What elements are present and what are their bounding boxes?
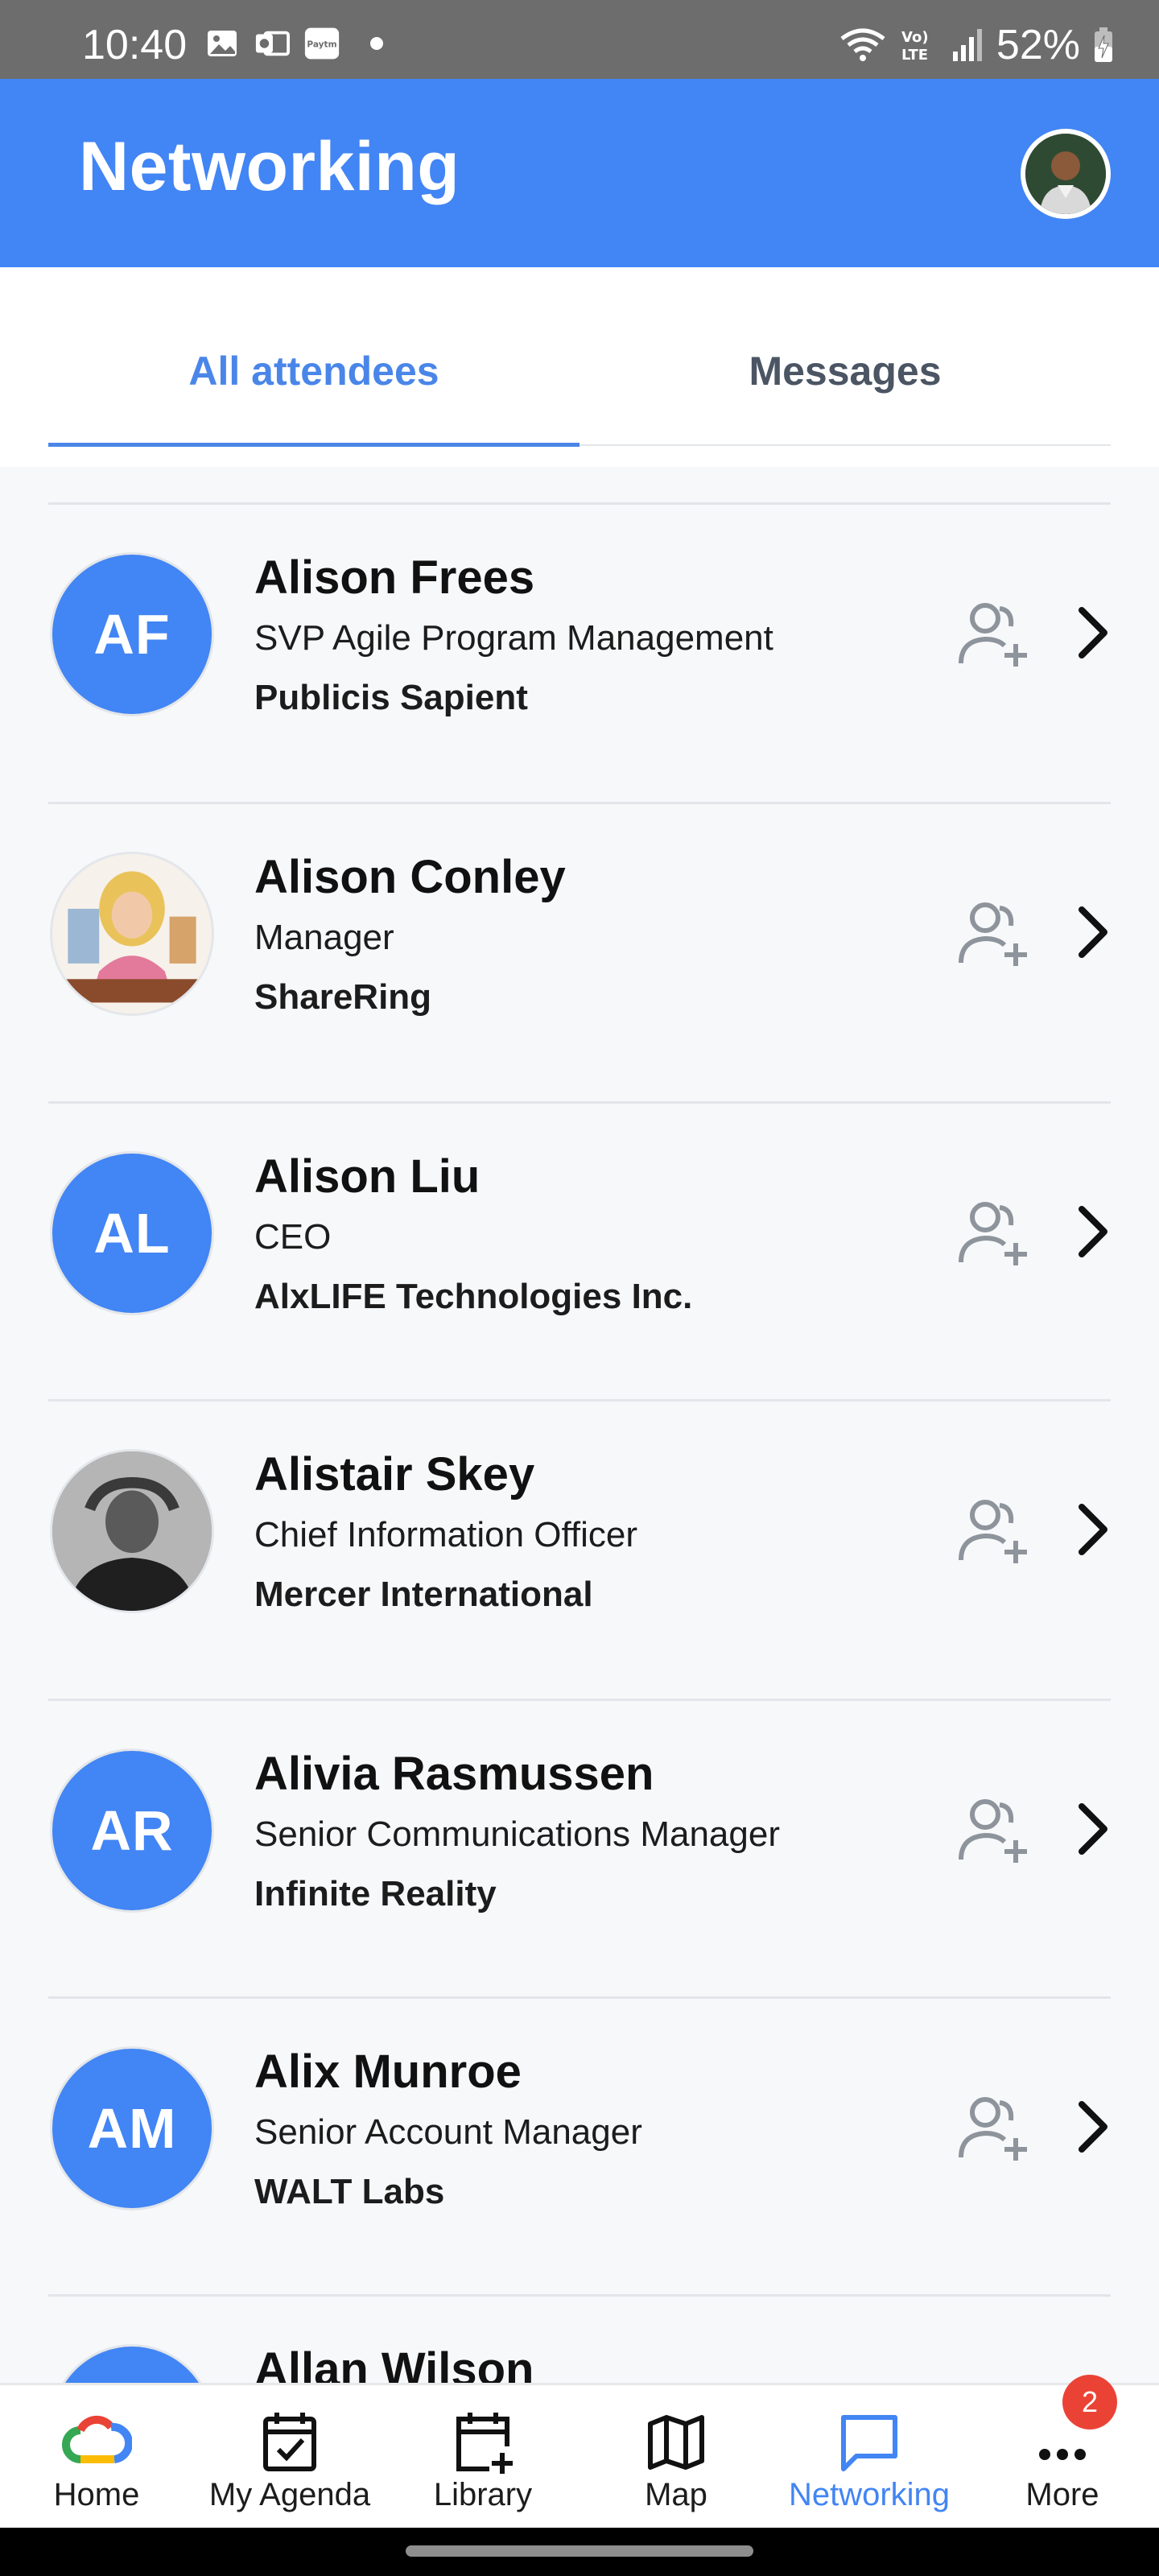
attendee-title: Manager xyxy=(254,918,394,957)
avatar xyxy=(50,1449,214,1613)
nav-label: Home xyxy=(53,2477,140,2512)
signal-icon xyxy=(952,29,982,61)
paytm-notification-icon: Paytm xyxy=(304,26,340,61)
profile-avatar[interactable] xyxy=(1021,129,1111,219)
attendee-name: Alison Liu xyxy=(254,1150,481,1203)
avatar xyxy=(50,852,214,1016)
attendee-title: SVP Agile Program Management xyxy=(254,618,773,658)
attendee-row[interactable]: AM Alix Munroe Senior Account Manager WA… xyxy=(0,1998,1159,2296)
svg-text:Paytm: Paytm xyxy=(307,39,336,49)
gallery-notification-icon xyxy=(204,26,240,61)
attendee-list[interactable]: AF Alison Frees SVP Agile Program Manage… xyxy=(0,467,1159,2383)
attendee-name: Alison Frees xyxy=(254,551,535,604)
more-notifications-dot xyxy=(370,37,383,50)
attendee-name: Alix Munroe xyxy=(254,2046,522,2098)
attendee-row[interactable]: AF Alison Frees SVP Agile Program Manage… xyxy=(0,504,1159,802)
tab-divider xyxy=(580,444,1111,446)
chevron-right-icon[interactable] xyxy=(1067,900,1116,964)
battery-charging-icon xyxy=(1095,27,1112,62)
avatar: AM xyxy=(50,2046,214,2211)
active-tab-indicator xyxy=(48,443,580,447)
avatar: AF xyxy=(50,552,214,716)
tab-bar: All attendees Messages xyxy=(0,267,1159,467)
volte-icon: Vo)LTE xyxy=(901,29,929,64)
chevron-right-icon[interactable] xyxy=(1067,1199,1116,1264)
tab-all-attendees[interactable]: All attendees xyxy=(48,348,580,394)
nav-label: Networking xyxy=(788,2477,951,2512)
nav-home[interactable]: Home xyxy=(0,2385,193,2530)
notification-icons: Paytm xyxy=(204,26,383,61)
calendar-plus-icon xyxy=(456,2413,513,2474)
avatar xyxy=(50,2344,214,2383)
system-navigation-bar xyxy=(0,2528,1159,2576)
battery-percent: 52% xyxy=(996,22,1080,68)
attendee-title: CEO xyxy=(254,1217,332,1257)
app-bar: Networking xyxy=(0,79,1159,267)
attendee-title: Senior Communications Manager xyxy=(254,1814,780,1854)
chevron-right-icon[interactable] xyxy=(1067,2095,1116,2159)
attendee-company: Publicis Sapient xyxy=(254,678,528,717)
add-contact-icon[interactable] xyxy=(955,2088,1032,2165)
svg-text:Vo): Vo) xyxy=(901,29,929,46)
attendee-name: Alivia Rasmussen xyxy=(254,1748,654,1800)
nav-map[interactable]: Map xyxy=(580,2385,773,2530)
google-cloud-icon xyxy=(62,2415,132,2463)
attendee-row[interactable]: Alistair Skey Chief Information Officer … xyxy=(0,1401,1159,1699)
attendee-row[interactable]: AR Alivia Rasmussen Senior Communication… xyxy=(0,1700,1159,1998)
attendee-title: Chief Information Officer xyxy=(254,1515,638,1554)
attendee-company: Mercer International xyxy=(254,1575,593,1614)
attendee-company: AlxLIFE Technologies Inc. xyxy=(254,1277,693,1316)
chevron-right-icon[interactable] xyxy=(1067,601,1116,665)
notification-badge: 2 xyxy=(1062,2375,1117,2429)
system-icons: Vo) LTE 52% xyxy=(839,21,1114,69)
nav-label: More xyxy=(1025,2477,1099,2512)
attendee-row[interactable]: Allan Wilson xyxy=(0,2296,1159,2383)
nav-label: My Agenda xyxy=(208,2477,371,2512)
add-contact-icon[interactable] xyxy=(955,1790,1032,1868)
nav-networking[interactable]: Networking xyxy=(773,2385,966,2530)
avatar: AL xyxy=(50,1151,214,1315)
attendee-name: Allan Wilson xyxy=(254,2343,534,2383)
avatar: AR xyxy=(50,1748,214,1913)
attendee-row[interactable]: Alison Conley Manager ShareRing xyxy=(0,803,1159,1101)
calendar-check-icon xyxy=(263,2413,316,2471)
nav-library[interactable]: Library xyxy=(386,2385,580,2530)
bottom-navigation: Home My Agenda Library Map Networking Mo… xyxy=(0,2383,1159,2528)
chat-icon xyxy=(841,2415,897,2471)
status-bar: 10:40 Paytm Vo) LTE 52% xyxy=(0,0,1159,79)
map-icon xyxy=(648,2415,704,2470)
attendee-row[interactable]: AL Alison Liu CEO AlxLIFE Technologies I… xyxy=(0,1103,1159,1401)
attendee-company: WALT Labs xyxy=(254,2172,445,2211)
chevron-right-icon[interactable] xyxy=(1067,1797,1116,1861)
outlook-notification-icon xyxy=(254,26,290,61)
attendee-company: Infinite Reality xyxy=(254,1874,497,1913)
tab-messages[interactable]: Messages xyxy=(580,348,1111,394)
svg-text:LTE: LTE xyxy=(901,47,928,64)
nav-label: Library xyxy=(433,2477,533,2512)
add-contact-icon[interactable] xyxy=(955,1193,1032,1270)
page-title: Networking xyxy=(79,128,460,205)
add-contact-icon[interactable] xyxy=(955,894,1032,971)
attendee-company: ShareRing xyxy=(254,977,432,1017)
status-time: 10:40 xyxy=(82,22,188,68)
add-contact-icon[interactable] xyxy=(955,1491,1032,1568)
attendee-name: Alistair Skey xyxy=(254,1448,535,1501)
nav-my-agenda[interactable]: My Agenda xyxy=(193,2385,386,2530)
attendee-title: Senior Account Manager xyxy=(254,2112,642,2152)
home-gesture-handle[interactable] xyxy=(406,2545,753,2557)
attendee-name: Alison Conley xyxy=(254,851,566,903)
nav-label: Map xyxy=(645,2477,707,2512)
add-contact-icon[interactable] xyxy=(955,594,1032,671)
chevron-right-icon[interactable] xyxy=(1067,1497,1116,1562)
wifi-6-icon xyxy=(840,28,885,61)
